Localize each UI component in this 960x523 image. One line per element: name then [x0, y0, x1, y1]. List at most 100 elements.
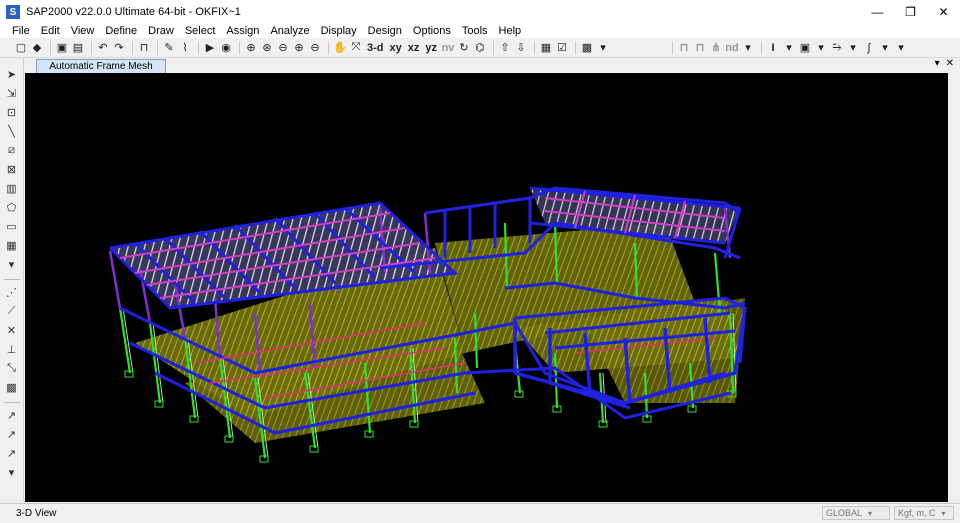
tab-automatic-frame-mesh[interactable]: Automatic Frame Mesh [36, 59, 166, 73]
quick-draw-frame-icon[interactable]: ⧄ [4, 142, 20, 158]
view-3d-button[interactable]: 3-d [365, 40, 386, 56]
zoom-restore-icon[interactable]: ⊛ [260, 40, 274, 56]
chevron-down-icon[interactable]: ▾ [782, 40, 796, 56]
menu-options[interactable]: Options [413, 25, 451, 37]
close-button[interactable]: ✕ [927, 0, 960, 24]
load-pattern-icon[interactable]: ⥲ [830, 40, 844, 56]
menu-draw[interactable]: Draw [148, 25, 174, 37]
perspective-icon[interactable]: ⌬ [473, 40, 487, 56]
chevron-down-icon[interactable]: ▾ [4, 256, 20, 272]
snap-points-icon[interactable]: ⋰ [4, 284, 20, 300]
toolbar-separator [328, 40, 329, 55]
clear-selection-icon[interactable]: ↗ [4, 445, 20, 461]
chevron-down-icon[interactable]: ▾ [741, 40, 755, 56]
zoom-full-icon[interactable]: ⊖ [276, 40, 290, 56]
pan-hand-icon[interactable]: ✋ [333, 40, 347, 56]
frame-section-icon[interactable]: ⊓ [677, 40, 691, 56]
view-nv-button[interactable]: nv [441, 40, 455, 56]
menu-select[interactable]: Select [185, 25, 216, 37]
units-dropdown[interactable]: Kgf, m, C ▾ [894, 506, 954, 520]
display-options-icon[interactable]: ▦ [539, 40, 553, 56]
toolbar-separator [672, 40, 673, 55]
menu-tools[interactable]: Tools [462, 25, 488, 37]
draw-secondary-beam-icon[interactable]: ▥ [4, 180, 20, 196]
snap-ends-icon[interactable]: ⟋ [4, 303, 20, 319]
undo-icon[interactable]: ↶ [96, 40, 110, 56]
menu-file[interactable]: File [12, 25, 30, 37]
chevron-down-icon[interactable]: ▾ [894, 40, 908, 56]
coordinate-system-dropdown[interactable]: GLOBAL ▾ [822, 506, 890, 520]
brush-icon[interactable]: ⌇ [178, 40, 192, 56]
tab-close-icon[interactable]: ✕ [946, 58, 954, 69]
pointer-icon[interactable]: ➤ [4, 66, 20, 82]
snap-intersections-icon[interactable]: ✕ [4, 322, 20, 338]
tab-dropdown-icon[interactable]: ▾ [935, 58, 940, 69]
viewport-scrollbar[interactable] [948, 73, 960, 502]
rotate-view-icon[interactable]: ⤧ [349, 40, 363, 56]
frame-release-icon[interactable]: ⊓ [693, 40, 707, 56]
lock-icon[interactable]: ⊓ [137, 40, 151, 56]
chevron-down-icon[interactable]: ▾ [4, 464, 20, 480]
menu-design[interactable]: Design [368, 25, 402, 37]
draw-frame-icon[interactable]: ╲ [4, 123, 20, 139]
chevron-down-icon[interactable]: ▾ [596, 40, 610, 56]
run-analysis-icon[interactable]: ▶ [203, 40, 217, 56]
reshape-icon[interactable]: ⇲ [4, 85, 20, 101]
select-previous-icon[interactable]: ↗ [4, 426, 20, 442]
draw-joint-icon[interactable]: ⊡ [4, 104, 20, 120]
move-up-icon[interactable]: ⇧ [498, 40, 512, 56]
snap-lines-icon[interactable]: ⤡ [4, 360, 20, 376]
menu-display[interactable]: Display [321, 25, 357, 37]
snap-fine-grid-icon[interactable]: ▩ [4, 379, 20, 395]
quick-draw-area-icon[interactable]: ▦ [4, 237, 20, 253]
view-xy-button[interactable]: xy [388, 40, 404, 56]
snap-perpendicular-icon[interactable]: ⊥ [4, 341, 20, 357]
frame-bracing-icon[interactable]: ⋔ [709, 40, 723, 56]
structural-model-canvas [108, 186, 747, 463]
view-yz-button[interactable]: yz [423, 40, 439, 56]
draw-poly-area-icon[interactable]: ⬠ [4, 199, 20, 215]
restore-button[interactable]: ❐ [894, 0, 927, 24]
model-viewport-3d[interactable] [25, 73, 948, 502]
nd-button[interactable]: nd [725, 40, 739, 56]
grid-options-icon[interactable]: ▩ [580, 40, 594, 56]
chevron-down-icon[interactable]: ▾ [878, 40, 892, 56]
move-down-icon[interactable]: ⇩ [514, 40, 528, 56]
draw-brace-icon[interactable]: ⊠ [4, 161, 20, 177]
zoom-out-icon[interactable]: ⊖ [308, 40, 322, 56]
view-xz-button[interactable]: xz [406, 40, 422, 56]
pencil-icon[interactable]: ✎ [162, 40, 176, 56]
status-view-label: 3-D View [16, 508, 57, 519]
menu-analyze[interactable]: Analyze [270, 25, 309, 37]
select-all-icon[interactable]: ↗ [4, 407, 20, 423]
i-section-icon[interactable]: I [766, 40, 780, 56]
menu-define[interactable]: Define [105, 25, 137, 37]
print-icon[interactable]: ▤ [71, 40, 85, 56]
menu-view[interactable]: View [71, 25, 95, 37]
chevron-down-icon[interactable]: ▾ [846, 40, 860, 56]
title-bar: S SAP2000 v22.0.0 Ultimate 64-bit - OKFI… [0, 0, 960, 24]
new-model-icon[interactable]: ▢ [14, 40, 28, 56]
redo-icon[interactable]: ↷ [112, 40, 126, 56]
spring-icon[interactable]: ʃ [862, 40, 876, 56]
area-section-icon[interactable]: ▣ [798, 40, 812, 56]
run-now-icon[interactable]: ◉ [219, 40, 233, 56]
main-toolbar: ▢ ◆ ▣ ▤ ↶ ↷ ⊓ ✎ ⌇ ▶ ◉ ⊕ ⊛ ⊖ ⊕ ⊖ ✋ ⤧ 3-d … [0, 38, 960, 58]
check-icon[interactable]: ☑ [555, 40, 569, 56]
minimize-button[interactable]: — [861, 0, 894, 24]
menu-assign[interactable]: Assign [226, 25, 259, 37]
window-title: SAP2000 v22.0.0 Ultimate 64-bit - OKFIX~… [26, 6, 241, 18]
zoom-window-icon[interactable]: ⊕ [244, 40, 258, 56]
menu-edit[interactable]: Edit [41, 25, 60, 37]
chevron-down-icon: ▾ [868, 508, 873, 518]
rotate-3d-icon[interactable]: ↻ [457, 40, 471, 56]
save-icon[interactable]: ▣ [55, 40, 69, 56]
chevron-down-icon[interactable]: ▾ [814, 40, 828, 56]
toolbar-separator [132, 40, 133, 55]
toolbar-separator [239, 40, 240, 55]
open-file-icon[interactable]: ◆ [30, 40, 44, 56]
toolbar-separator [575, 40, 576, 55]
draw-rect-area-icon[interactable]: ▭ [4, 218, 20, 234]
menu-help[interactable]: Help [499, 25, 522, 37]
zoom-in-icon[interactable]: ⊕ [292, 40, 306, 56]
